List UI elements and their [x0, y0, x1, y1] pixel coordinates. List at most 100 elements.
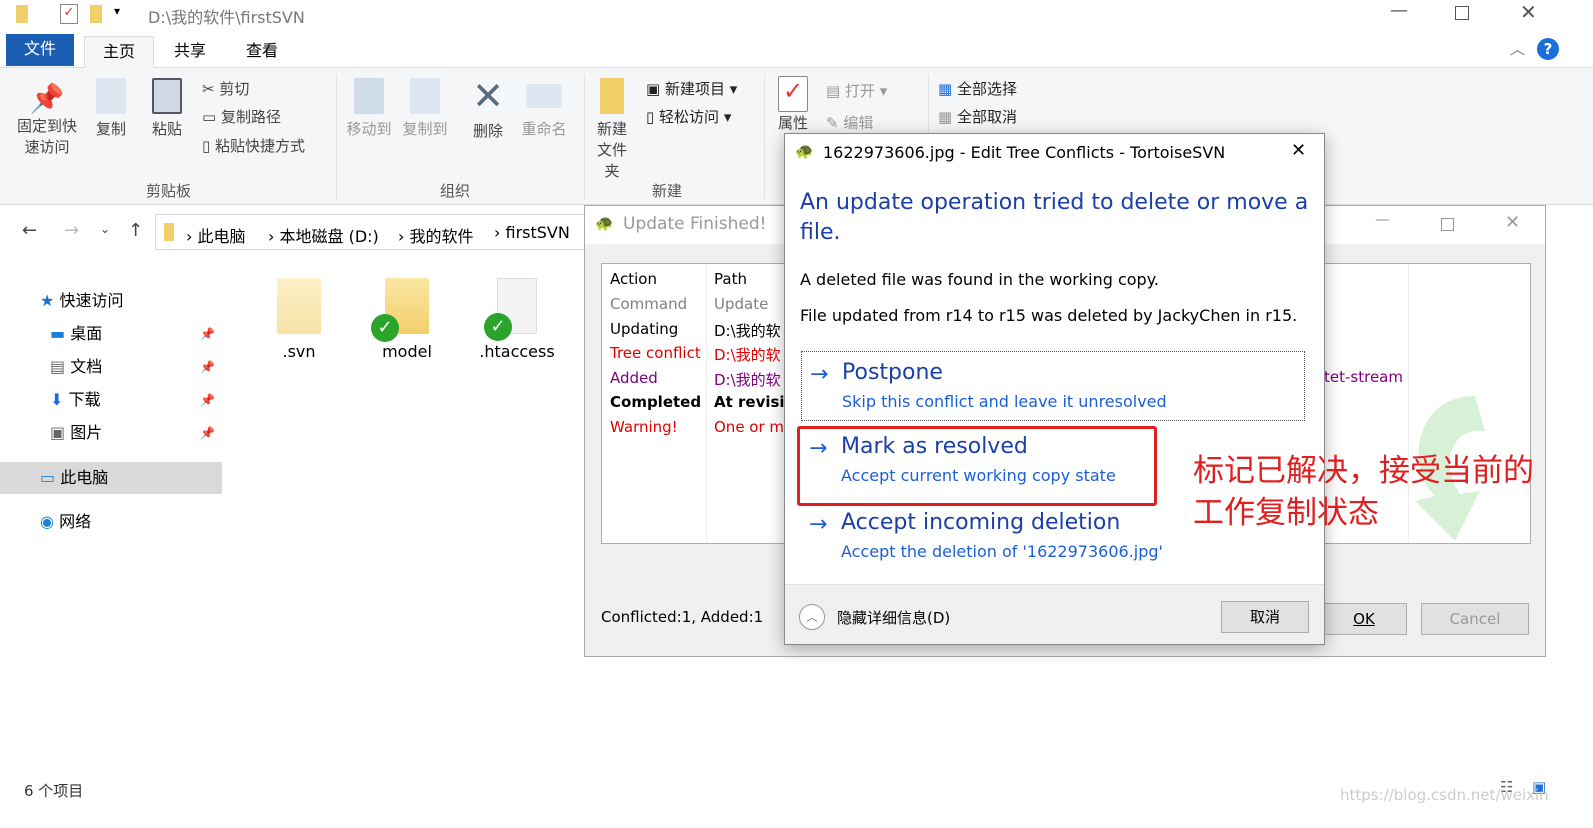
back-button[interactable]: ←	[22, 220, 37, 241]
properties-icon[interactable]: ✓	[60, 4, 78, 24]
nav-this-pc[interactable]: ▭ 此电脑	[0, 462, 222, 494]
item-count: 6 个项目	[24, 782, 84, 800]
copy-path-button[interactable]: ▭ 复制路径	[202, 106, 281, 127]
folder-icon	[164, 223, 174, 241]
nav-documents[interactable]: ▤ 文档 📌	[0, 351, 222, 383]
edit-button[interactable]: ✎ 编辑	[826, 112, 873, 133]
copy-button[interactable]: 复制	[90, 78, 132, 139]
star-icon: ★	[40, 291, 55, 310]
network-icon: ◉	[40, 512, 54, 531]
file-icon: ✓	[484, 278, 537, 341]
open-button[interactable]: ▤ 打开 ▾	[826, 80, 887, 101]
select-none-button[interactable]: ▦ 全部取消	[938, 106, 1017, 127]
ok-button[interactable]: OK	[1321, 603, 1407, 635]
column-header-action[interactable]: Action	[610, 270, 657, 288]
easy-access-button[interactable]: ▯ 轻松访问 ▾	[646, 106, 731, 127]
close-button[interactable]: ✕	[1520, 0, 1537, 24]
update-summary: Conflicted:1, Added:1	[601, 608, 764, 626]
new-folder-icon[interactable]	[90, 5, 102, 23]
move-to-button[interactable]: 移动到	[342, 78, 396, 139]
delete-button[interactable]: ✕ 删除	[468, 74, 508, 141]
edit-tree-conflicts-dialog: 🐢 1622973606.jpg - Edit Tree Conflicts -…	[784, 133, 1325, 645]
tab-home[interactable]: 主页	[84, 36, 155, 68]
breadcrumb-item[interactable]: › 本地磁盘 (D:)	[268, 223, 379, 247]
new-item-button[interactable]: ▣ 新建项目 ▾	[646, 78, 737, 99]
rename-button[interactable]: 重命名	[516, 78, 572, 139]
breadcrumb-item[interactable]: › firstSVN	[494, 223, 570, 242]
file-item[interactable]: ✓ .htaccess	[472, 278, 562, 361]
breadcrumb-item[interactable]: › 此电脑	[186, 223, 246, 247]
tab-view[interactable]: 查看	[228, 36, 296, 68]
cut-button[interactable]: ✂ 剪切	[202, 78, 249, 99]
arrow-right-icon: →	[809, 512, 828, 537]
cancel-button[interactable]: Cancel	[1421, 603, 1529, 635]
highlight-box	[797, 426, 1157, 506]
clipboard-icon	[152, 78, 182, 114]
address-bar[interactable]: › 此电脑 › 本地磁盘 (D:) › 我的软件 › firstSVN	[155, 214, 585, 250]
pin-quick-access-button[interactable]: 📌 固定到快速访问	[14, 82, 80, 157]
watermark: https://blog.csdn.net/weixin	[1340, 786, 1549, 804]
postpone-option[interactable]: → Postpone Skip this conflict and leave it…	[801, 351, 1305, 421]
row-action: Completed	[610, 393, 702, 411]
pin-icon: 📌	[200, 393, 215, 407]
nav-quick-access[interactable]: ★ 快速访问	[0, 285, 222, 317]
collapse-details-icon[interactable]: ︿	[799, 604, 825, 630]
select-all-icon: ▦	[938, 80, 957, 98]
close-button[interactable]: ✕	[1291, 140, 1306, 161]
breadcrumb-item[interactable]: › 我的软件	[398, 223, 474, 247]
shortcut-icon: ▯	[202, 137, 216, 155]
tab-file[interactable]: 文件	[6, 34, 75, 66]
paste-shortcut-button[interactable]: ▯ 粘贴快捷方式	[202, 135, 305, 156]
easy-access-icon: ▯	[646, 108, 660, 126]
tab-share[interactable]: 共享	[156, 36, 224, 68]
row-path: Update	[714, 295, 769, 313]
row-action: Updating	[610, 319, 679, 338]
file-item[interactable]: ✓ model	[362, 278, 452, 361]
picture-icon: ▣	[50, 423, 66, 442]
divider	[584, 74, 585, 199]
minimize-button[interactable]: —	[1390, 0, 1408, 21]
maximize-button[interactable]	[1441, 218, 1454, 231]
nav-network[interactable]: ◉ 网络	[0, 506, 222, 538]
navigation-pane: ★ 快速访问 ▬ 桌面 📌 ▤ 文档 📌 ⬇ 下载 📌 ▣ 图片 📌 ▭ 此电脑 ◉ 网…	[0, 258, 222, 778]
folder-icon	[16, 5, 28, 23]
column-divider	[706, 264, 707, 543]
pin-icon: 📌	[200, 426, 215, 440]
copy-path-icon: ▭	[202, 108, 221, 126]
up-button[interactable]: ↑	[128, 220, 143, 241]
new-folder-button[interactable]: 新建文件夹	[586, 78, 638, 181]
svn-normal-check-icon: ✓	[371, 314, 399, 342]
hide-details-toggle[interactable]: 隐藏详细信息(D)	[837, 607, 950, 628]
customize-toolbar-icon[interactable]: ▾	[114, 4, 120, 18]
cancel-button[interactable]: 取消	[1221, 601, 1309, 633]
column-header-path[interactable]: Path	[714, 270, 747, 288]
copy-to-button[interactable]: 复制到	[398, 78, 452, 139]
tortoisesvn-icon: 🐢	[795, 142, 814, 160]
nav-desktop[interactable]: ▬ 桌面 📌	[0, 318, 222, 350]
properties-button[interactable]: ✓属性	[776, 76, 810, 133]
svn-normal-check-icon: ✓	[484, 313, 512, 341]
forward-button[interactable]: →	[64, 220, 79, 241]
close-button[interactable]: ✕	[1505, 212, 1520, 233]
group-label-clipboard: 剪贴板	[146, 182, 192, 200]
maximize-button[interactable]	[1455, 6, 1469, 20]
group-label-organize: 组织	[440, 182, 471, 200]
select-all-button[interactable]: ▦ 全部选择	[938, 78, 1017, 99]
group-label-new: 新建	[652, 182, 683, 200]
nav-downloads[interactable]: ⬇ 下载 📌	[0, 384, 222, 416]
copy-to-icon	[410, 78, 440, 114]
minimize-button[interactable]: —	[1375, 210, 1390, 228]
conflict-detail: File updated from r14 to r15 was deleted…	[800, 306, 1298, 325]
paste-button[interactable]: 粘贴	[146, 78, 188, 139]
divider	[764, 74, 765, 199]
arrow-right-icon: →	[810, 362, 829, 387]
conflict-description: A deleted file was found in the working …	[800, 270, 1159, 289]
collapse-ribbon-icon[interactable]: ︿	[1510, 38, 1525, 59]
tree-conflict-dialog-title: 1622973606.jpg - Edit Tree Conflicts - T…	[823, 143, 1226, 162]
recent-locations-button[interactable]: ⌄	[100, 222, 110, 236]
nav-pictures[interactable]: ▣ 图片 📌	[0, 417, 222, 449]
file-item[interactable]: .svn	[254, 278, 344, 361]
row-action: Warning!	[610, 417, 678, 436]
help-icon[interactable]: ?	[1537, 38, 1559, 60]
folder-icon	[600, 78, 624, 114]
